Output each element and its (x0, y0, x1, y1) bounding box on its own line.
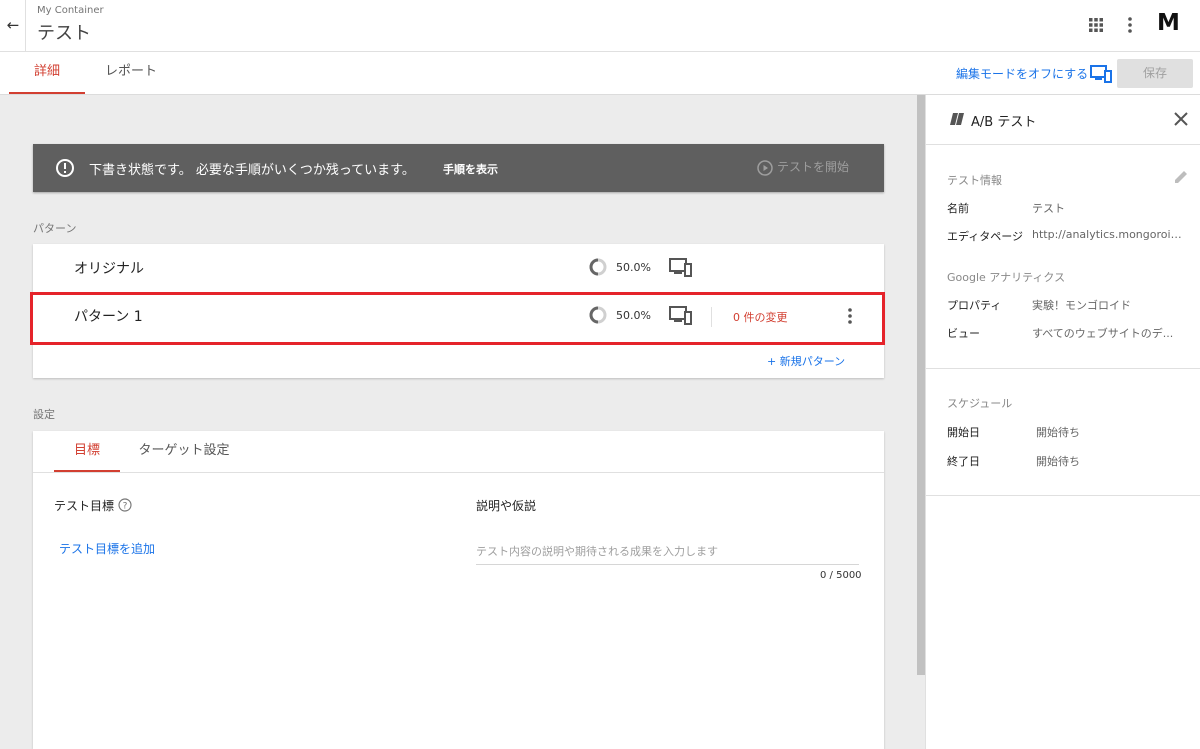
view-value: すべてのウェブサイトのデ... (1032, 327, 1174, 340)
editor-page-value: http://analytics.mongoroid.... (1032, 228, 1182, 241)
settings-section-label: 設定 (33, 408, 55, 421)
pattern-row-original[interactable]: オリジナル 50.0% (33, 244, 884, 292)
patterns-card: オリジナル 50.0% パターン 1 50.0% 0 件の変更 + 新規パターン (33, 244, 884, 378)
name-value: テスト (1032, 202, 1065, 215)
view-key: ビュー (947, 327, 980, 340)
name-key: 名前 (947, 202, 969, 215)
tab-goal[interactable]: 目標 (54, 431, 120, 472)
svg-text:?: ? (123, 502, 128, 512)
description-label: 説明や仮説 (476, 499, 537, 513)
start-test-label: テストを開始 (777, 160, 850, 174)
traffic-percent: 50.0% (616, 261, 651, 274)
draft-banner-text: 下書き状態です。 必要な手順がいくつか残っています。 (89, 163, 415, 178)
tab-underline (33, 472, 884, 473)
start-date-value: 開始待ち (1036, 426, 1080, 439)
end-date-value: 開始待ち (1036, 455, 1080, 468)
char-counter: 0 / 5000 (820, 570, 862, 581)
save-button[interactable]: 保存 (1117, 59, 1193, 88)
traffic-pie-icon (589, 306, 607, 324)
add-goal-link[interactable]: テスト目標を追加 (59, 540, 155, 557)
test-info-label: テスト情報 (947, 174, 1002, 187)
account-logo[interactable]: M (1157, 10, 1180, 36)
info-alert-icon (56, 159, 74, 177)
traffic-pie-icon (589, 258, 607, 276)
pattern-row-1[interactable]: パターン 1 50.0% 0 件の変更 (33, 292, 884, 340)
device-preview-icon[interactable] (1090, 64, 1112, 84)
row-divider (711, 307, 712, 327)
panel-divider (926, 368, 1200, 369)
start-date-key: 開始日 (947, 426, 980, 439)
schedule-label: スケジュール (947, 397, 1013, 410)
container-name: My Container (37, 5, 104, 16)
traffic-percent: 50.0% (616, 309, 651, 322)
start-test-button[interactable]: テストを開始 (757, 158, 849, 176)
ab-test-icon (950, 113, 964, 125)
tab-bar: 詳細 レポート 編集モードをオフにする 保存 (0, 52, 1200, 95)
right-panel: A/B テスト テスト情報 名前 テスト エディタページ http://anal… (925, 95, 1200, 749)
end-date-key: 終了日 (947, 455, 980, 468)
header-divider (25, 0, 26, 52)
property-value: 実験！モンゴロイド (1032, 299, 1131, 312)
new-pattern-link[interactable]: + 新規パターン (767, 353, 845, 369)
test-goal-label: テスト目標 (54, 499, 115, 513)
pattern-name: パターン 1 (74, 309, 143, 325)
edit-mode-off-link[interactable]: 編集モードをオフにする (956, 65, 1088, 82)
description-input[interactable] (476, 539, 859, 565)
tab-report[interactable]: レポート (92, 52, 170, 94)
analytics-label: Google アナリティクス (947, 271, 1066, 284)
more-vert-icon[interactable] (843, 306, 857, 326)
tab-targeting[interactable]: ターゲット設定 (133, 431, 235, 472)
help-icon[interactable]: ? (118, 498, 132, 512)
scrollbar-thumb[interactable] (917, 95, 925, 675)
pattern-name: オリジナル (74, 261, 144, 277)
property-key: プロパティ (947, 299, 1002, 312)
device-targeting-icon[interactable] (669, 305, 692, 326)
settings-card: 目標 ターゲット設定 テスト目標 ? テスト目標を追加 説明や仮説 0 / 50… (33, 431, 884, 749)
draft-banner: 下書き状態です。 必要な手順がいくつか残っています。 手順を表示 テストを開始 (33, 144, 884, 192)
panel-title: A/B テスト (971, 115, 1037, 130)
edit-pencil-icon[interactable] (1172, 168, 1190, 186)
play-circle-icon (757, 159, 773, 176)
panel-divider (926, 495, 1200, 496)
editor-page-key: エディタページ (947, 230, 1024, 243)
apps-grid-icon[interactable] (1087, 16, 1105, 34)
device-targeting-icon[interactable] (669, 257, 692, 278)
close-icon[interactable] (1172, 110, 1190, 128)
changes-count-link[interactable]: 0 件の変更 (733, 309, 788, 325)
page-title: テスト (37, 23, 91, 44)
tab-detail[interactable]: 詳細 (9, 52, 85, 94)
patterns-section-label: パターン (33, 222, 77, 235)
panel-divider (926, 144, 1200, 145)
more-vert-icon[interactable] (1122, 15, 1138, 35)
show-steps-link[interactable]: 手順を表示 (443, 161, 498, 177)
app-header: ← My Container テスト M (0, 0, 1200, 52)
back-arrow-icon[interactable]: ← (4, 14, 22, 36)
